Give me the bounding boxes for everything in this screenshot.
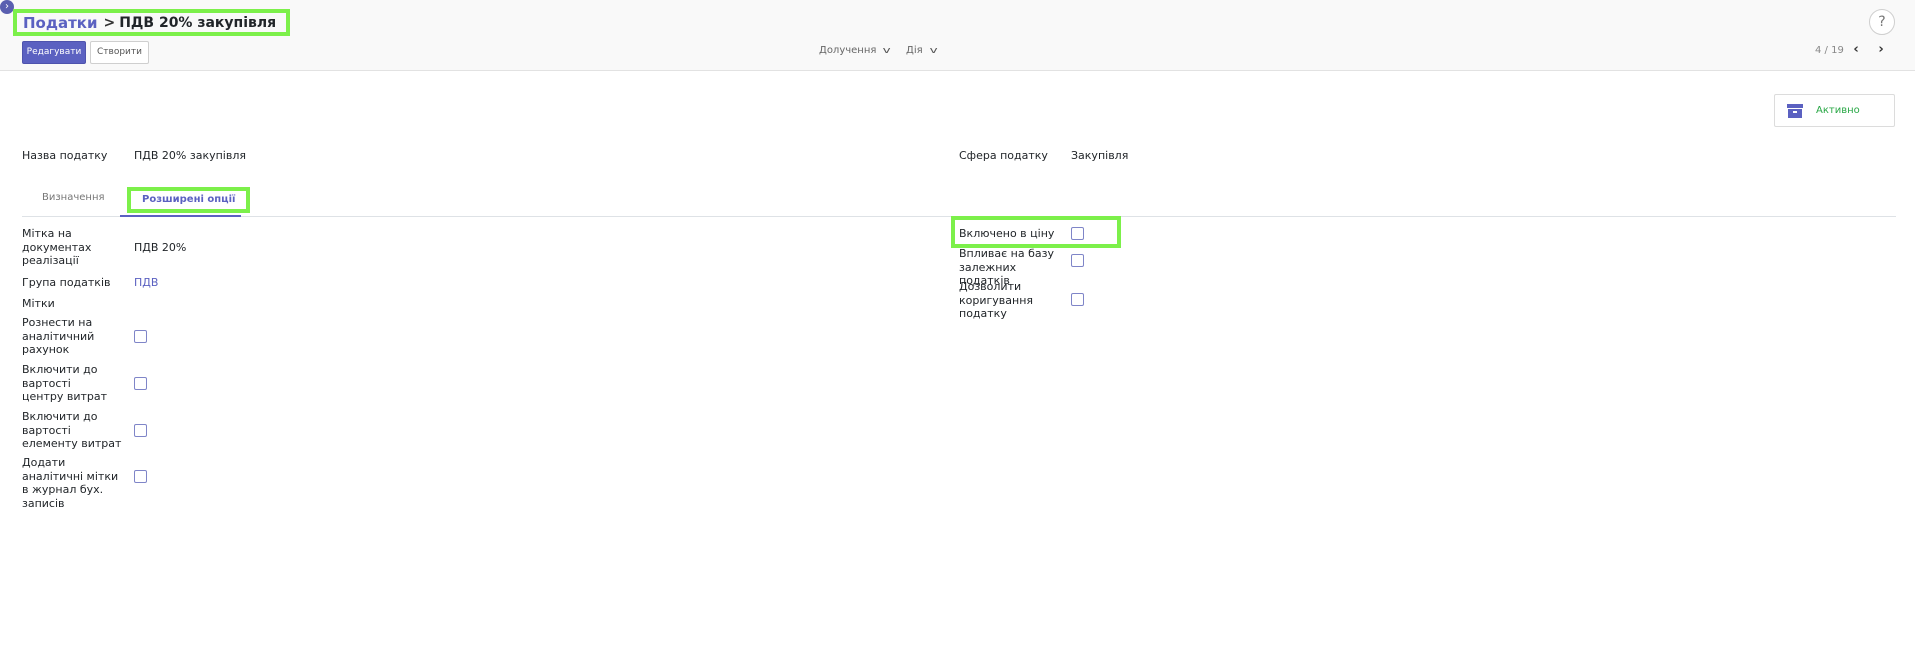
- invoice-label-value[interactable]: ПДВ 20%: [134, 241, 186, 254]
- attachments-dropdown-label: Долучення: [819, 45, 877, 56]
- edit-button[interactable]: Редагувати: [22, 41, 86, 64]
- tax-group-label: Група податків: [22, 276, 111, 289]
- analytic-account-checkbox[interactable]: [134, 330, 147, 343]
- allow-adjust-label: Дозволити коригування податку: [959, 280, 1034, 320]
- tax-name-label: Назва податку: [22, 149, 108, 162]
- pager-previous-button[interactable]: ‹: [1848, 42, 1864, 58]
- cost-element-label: Включити до вартості елементу витрат: [22, 410, 122, 450]
- allow-adjust-checkbox[interactable]: [1071, 293, 1084, 306]
- cost-element-checkbox[interactable]: [134, 424, 147, 437]
- tags-label: Мітки: [22, 297, 55, 310]
- invoice-label-field-label: Мітка на документах реалізації: [22, 227, 92, 267]
- tax-scope-value[interactable]: Закупівля: [1071, 149, 1128, 162]
- pager-next-button[interactable]: ›: [1873, 42, 1889, 58]
- cost-center-checkbox[interactable]: [134, 377, 147, 390]
- price-include-label: Включено в ціну: [959, 227, 1055, 240]
- chevron-down-icon: v: [883, 45, 892, 56]
- active-toggle-button[interactable]: Активно: [1774, 94, 1895, 127]
- chevron-down-icon: v: [929, 45, 938, 56]
- tab-definition[interactable]: Визначення: [42, 192, 105, 203]
- archive-icon: [1787, 103, 1803, 118]
- tax-group-link[interactable]: ПДВ: [134, 276, 158, 289]
- tab-advanced-options[interactable]: Розширені опції: [127, 187, 251, 213]
- tax-scope-label: Сфера податку: [959, 149, 1048, 162]
- pager-counter[interactable]: 4 / 19: [1815, 45, 1844, 56]
- tax-name-value[interactable]: ПДВ 20% закупівля: [134, 149, 246, 162]
- affects-base-checkbox[interactable]: [1071, 254, 1084, 267]
- action-dropdown[interactable]: Дія v: [906, 45, 938, 56]
- attachments-dropdown[interactable]: Долучення v: [819, 45, 892, 56]
- create-button[interactable]: Створити: [90, 41, 149, 64]
- help-button[interactable]: ?: [1869, 9, 1895, 35]
- breadcrumb: Податки > ПДВ 20% закупівля: [13, 9, 291, 36]
- active-status-label: Активно: [1816, 105, 1860, 116]
- analytic-tags-checkbox[interactable]: [134, 470, 147, 483]
- breadcrumb-link-taxes[interactable]: Податки: [23, 14, 97, 32]
- breadcrumb-current: ПДВ 20% закупівля: [119, 14, 277, 31]
- active-tab-underline: [120, 215, 241, 217]
- control-panel: › Податки > ПДВ 20% закупівля ? Редагува…: [0, 0, 1915, 71]
- chevron-right-icon[interactable]: ›: [0, 0, 14, 14]
- price-include-checkbox[interactable]: [1071, 227, 1084, 240]
- analytic-account-label: Рознести на аналітичний рахунок: [22, 316, 95, 356]
- cost-center-label: Включити до вартості центру витрат: [22, 363, 108, 403]
- analytic-tags-label: Додати аналітичні мітки в журнал бух. за…: [22, 456, 119, 510]
- form-sheet: [0, 72, 1915, 534]
- action-dropdown-label: Дія: [906, 45, 923, 56]
- breadcrumb-separator-icon: >: [103, 14, 116, 31]
